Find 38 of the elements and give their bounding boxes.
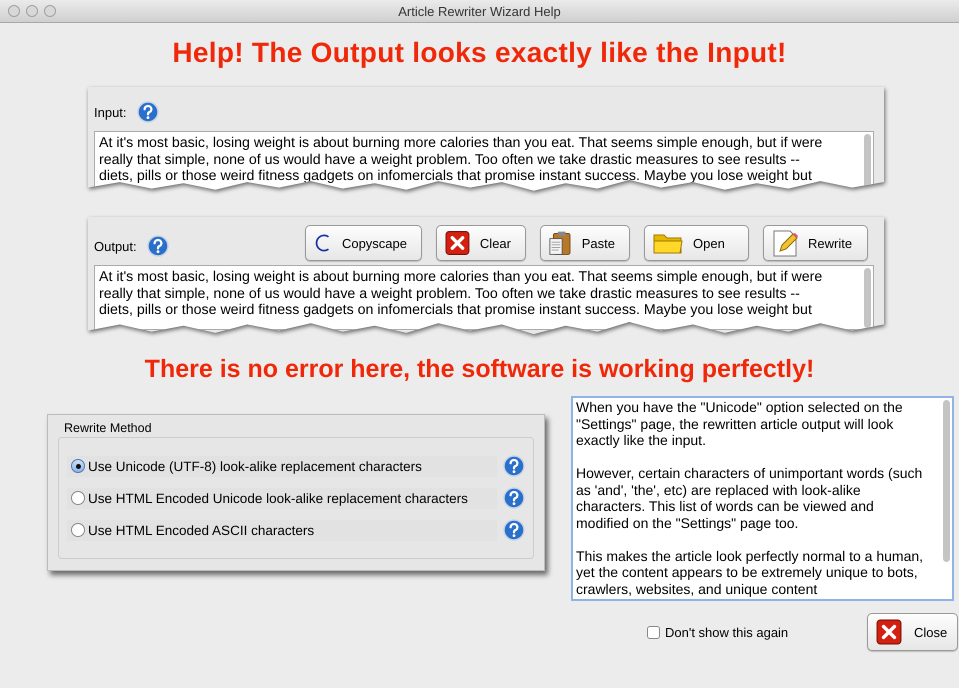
paragraph: This makes the article look perfectly normal to a human, yet the content appears to be extremely unique to bots, crawlers, websites, and unique content — [576, 548, 924, 597]
close-icon — [445, 230, 470, 256]
clear-button[interactable]: Clear — [436, 225, 526, 261]
group-title: Rewrite Method — [64, 421, 153, 435]
radio-option[interactable]: Use Unicode (UTF-8) look-alike replacement characters — [67, 456, 497, 476]
paragraph: When you have the "Unicode" option selected on the "Settings" page, the rewritten article output will look exactly like the input. — [576, 399, 904, 448]
radio-option[interactable]: Use HTML Encoded ASCII characters — [67, 520, 497, 540]
dont-show-checkbox[interactable]: Don't show this again — [647, 624, 788, 640]
headline: Help! The Output looks exactly like the Input! — [171, 37, 788, 69]
scrollbar[interactable] — [943, 400, 950, 562]
text-line: really that simple, none of us would have a weight problem. Too often we take drastic measures to see results -- — [99, 152, 801, 168]
explanation-text-area[interactable] — [571, 396, 954, 601]
help-icon[interactable] — [503, 487, 525, 509]
output-text-area[interactable] — [94, 265, 874, 330]
help-icon[interactable] — [503, 519, 525, 541]
text-line: At it's most basic, losing weight is about burning more calories than you eat. That seems simple enough, but if were — [99, 135, 824, 152]
text-line: diets, pills or those weird fitness gadgets on infomercials that promise instant success. Maybe you lose weight but — [99, 168, 813, 184]
help-icon[interactable] — [136, 101, 159, 123]
help-icon[interactable] — [503, 455, 525, 477]
scrollbar[interactable] — [864, 268, 871, 328]
subheadline: There is no error here, the software is working perfectly! — [144, 355, 816, 384]
close-button[interactable]: Close — [867, 613, 958, 651]
input-label: Input: — [94, 104, 127, 120]
close-icon — [876, 619, 902, 645]
help-icon[interactable] — [146, 235, 169, 257]
paste-button[interactable]: Paste — [540, 225, 630, 261]
text-line: diets, pills or those weird fitness gadgets on infomercials that promise instant success. Maybe you lose weight but — [99, 302, 813, 318]
open-button[interactable]: Open — [644, 225, 749, 261]
text-line: At it's most basic, losing weight is about burning more calories than you eat. That seems simple enough, but if were — [99, 269, 824, 286]
text-line: really that simple, none of us would have a weight problem. Too often we take drastic measures to see results -- — [99, 286, 801, 302]
copyscape-button[interactable]: Copyscape — [305, 225, 422, 261]
radio-option[interactable]: Use HTML Encoded Unicode look-alike replacement characters — [67, 488, 497, 508]
paragraph: However, certain characters of unimportant words (such as 'and', 'the', etc) are replaced with look-alike characters. This list of words can be viewed and modified on the "Settings" page too. — [576, 465, 924, 531]
rewrite-button[interactable]: Rewrite — [763, 225, 868, 261]
clipboard-icon — [549, 229, 572, 257]
window-title: Article Rewriter Wizard Help — [398, 4, 561, 18]
pencil-paper-icon — [772, 229, 798, 257]
output-label: Output: — [94, 238, 137, 254]
